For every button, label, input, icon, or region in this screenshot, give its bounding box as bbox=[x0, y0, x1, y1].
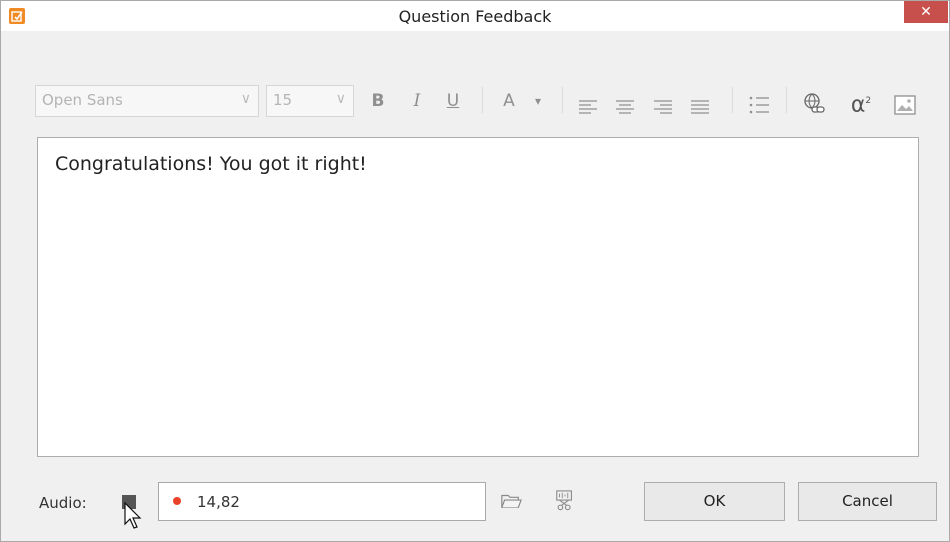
close-button[interactable]: ✕ bbox=[904, 1, 948, 23]
ok-button[interactable]: OK bbox=[644, 482, 785, 521]
hyperlink-icon[interactable] bbox=[803, 90, 827, 118]
audio-recording-field[interactable]: 14,82 bbox=[158, 482, 486, 521]
font-size-value: 15 bbox=[273, 91, 293, 109]
underline-button[interactable]: U bbox=[442, 87, 464, 115]
align-right-icon[interactable] bbox=[653, 93, 673, 121]
italic-button[interactable]: I bbox=[406, 87, 428, 115]
font-color-button[interactable]: A bbox=[498, 87, 520, 115]
align-left-icon[interactable] bbox=[578, 93, 598, 121]
image-icon[interactable] bbox=[894, 91, 916, 119]
bulleted-list-icon[interactable] bbox=[748, 91, 770, 119]
toolbar-separator bbox=[562, 87, 563, 113]
font-color-dropdown[interactable]: ▾ bbox=[530, 87, 546, 115]
font-family-value: Open Sans bbox=[42, 91, 123, 109]
chevron-down-icon: ∨ bbox=[240, 91, 251, 107]
chevron-down-icon: ∨ bbox=[335, 91, 346, 107]
audio-duration: 14,82 bbox=[197, 493, 240, 511]
equation-icon[interactable]: α2 bbox=[846, 87, 876, 117]
recording-indicator-icon bbox=[173, 497, 181, 505]
close-icon: ✕ bbox=[920, 4, 932, 20]
mouse-pointer-icon bbox=[124, 502, 142, 529]
font-size-select[interactable]: 15 ∨ bbox=[266, 85, 354, 117]
feedback-editor[interactable]: Congratulations! You got it right! bbox=[37, 137, 919, 457]
align-center-icon[interactable] bbox=[615, 93, 635, 121]
dialog-title: Question Feedback bbox=[398, 7, 552, 26]
align-justify-icon[interactable] bbox=[690, 93, 710, 121]
toolbar-separator bbox=[732, 87, 733, 113]
cancel-button[interactable]: Cancel bbox=[798, 482, 937, 521]
title-bar: Question Feedback ✕ bbox=[1, 1, 949, 31]
bold-button[interactable]: B bbox=[367, 87, 389, 115]
question-feedback-dialog: Question Feedback ✕ Open Sans ∨ 15 ∨ B I… bbox=[0, 0, 950, 542]
edit-audio-icon[interactable] bbox=[554, 490, 576, 512]
toolbar-separator bbox=[482, 87, 483, 113]
feedback-text: Congratulations! You got it right! bbox=[55, 153, 367, 175]
audio-label: Audio: bbox=[39, 494, 87, 512]
open-folder-icon[interactable] bbox=[500, 490, 522, 512]
font-family-select[interactable]: Open Sans ∨ bbox=[35, 85, 259, 117]
toolbar-separator bbox=[786, 87, 787, 113]
